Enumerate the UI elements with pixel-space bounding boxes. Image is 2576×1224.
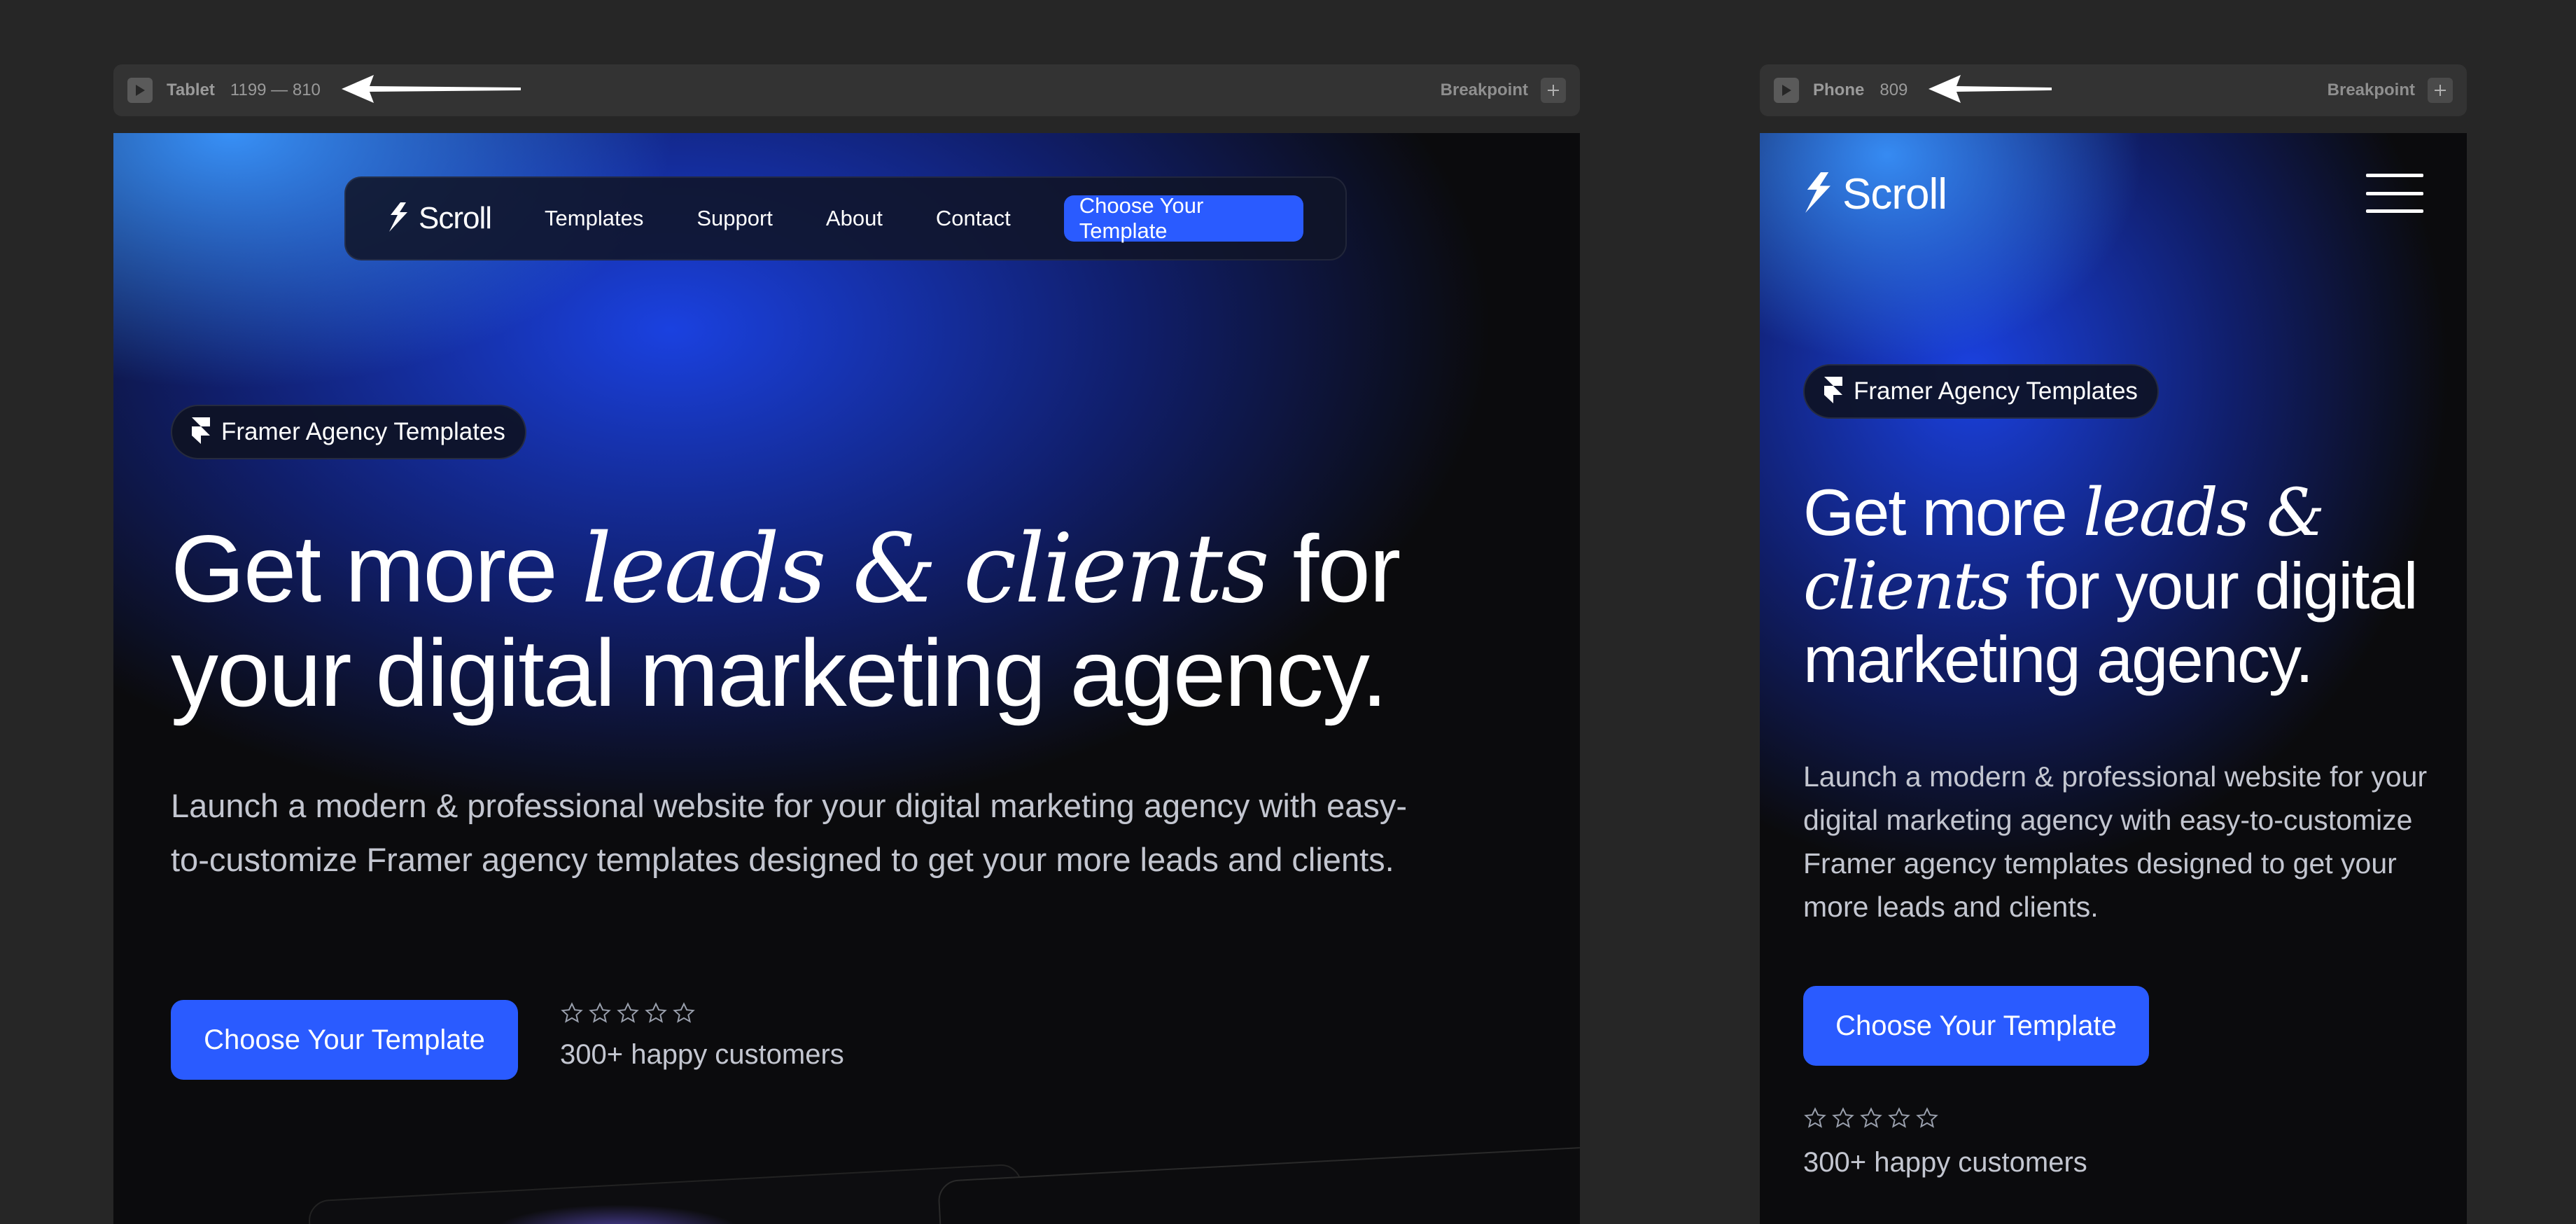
phone-frame: Scroll Framer Agency Templates Get more … bbox=[1760, 133, 2467, 1224]
bolt-icon bbox=[388, 202, 409, 235]
nav-link-about[interactable]: About bbox=[826, 206, 883, 231]
play-icon[interactable] bbox=[1774, 78, 1799, 103]
breakpoint-name: Tablet bbox=[167, 81, 215, 99]
choose-template-button[interactable]: Choose Your Template bbox=[1803, 986, 2149, 1066]
breakpoint-range: 809 bbox=[1879, 81, 1908, 99]
star-outline-icon bbox=[1860, 1107, 1882, 1128]
arrow-left-icon bbox=[341, 74, 524, 108]
rating-stars bbox=[560, 1001, 696, 1025]
hamburger-icon[interactable] bbox=[2366, 174, 2423, 213]
plus-icon[interactable] bbox=[2428, 78, 2453, 103]
phone-breakpoint-bar: Phone 809 Breakpoint bbox=[1760, 64, 2467, 116]
star-outline-icon bbox=[1804, 1107, 1826, 1128]
badge-label: Framer Agency Templates bbox=[221, 418, 505, 445]
choose-template-button[interactable]: Choose Your Template bbox=[171, 1000, 518, 1080]
nav-links: Templates Support About Contact bbox=[545, 206, 1011, 231]
nav-choose-template-button[interactable]: Choose Your Template bbox=[1063, 193, 1303, 243]
star-outline-icon bbox=[1832, 1107, 1854, 1128]
breakpoint-name: Phone bbox=[1813, 81, 1865, 99]
framer-badge: Framer Agency Templates bbox=[171, 405, 526, 459]
breakpoint-label: Breakpoint bbox=[2327, 81, 2415, 99]
hero-headline: Get more leads & clients for your digita… bbox=[171, 514, 1401, 726]
hero-headline: Get more leads & clients for your digita… bbox=[1803, 475, 2418, 696]
rating-stars bbox=[1803, 1106, 1939, 1130]
arrow-left-icon bbox=[1928, 74, 2054, 108]
star-outline-icon bbox=[645, 1002, 667, 1023]
preview-card bbox=[937, 1143, 1580, 1224]
brand-name: Scroll bbox=[1842, 170, 1947, 218]
breakpoint-label: Breakpoint bbox=[1440, 81, 1528, 99]
tablet-breakpoint-bar: Tablet 1199 — 810 Breakpoint bbox=[113, 64, 1580, 116]
customer-count: 300+ happy customers bbox=[560, 1039, 844, 1070]
play-icon[interactable] bbox=[127, 78, 153, 103]
nav-link-templates[interactable]: Templates bbox=[545, 206, 643, 231]
star-outline-icon bbox=[1888, 1107, 1910, 1128]
badge-label: Framer Agency Templates bbox=[1854, 377, 2138, 405]
brand-name: Scroll bbox=[419, 201, 492, 235]
hero-subtext: Launch a modern & professional website f… bbox=[171, 787, 1408, 878]
brand-logo[interactable]: Scroll bbox=[388, 201, 492, 236]
hero-subtext: Launch a modern & professional website f… bbox=[1803, 760, 2428, 923]
customer-count: 300+ happy customers bbox=[1803, 1147, 2087, 1178]
tablet-frame: Scroll Templates Support About Contact C… bbox=[113, 133, 1580, 1224]
star-outline-icon bbox=[673, 1002, 695, 1023]
framer-icon bbox=[1824, 376, 1842, 407]
star-outline-icon bbox=[561, 1002, 583, 1023]
breakpoint-range: 1199 — 810 bbox=[230, 81, 321, 99]
brand-logo[interactable]: Scroll bbox=[1803, 169, 1947, 219]
plus-icon[interactable] bbox=[1541, 78, 1566, 103]
star-outline-icon bbox=[1916, 1107, 1938, 1128]
bolt-icon bbox=[1803, 172, 1833, 216]
nav-link-support[interactable]: Support bbox=[696, 206, 773, 231]
top-nav: Scroll Templates Support About Contact C… bbox=[344, 176, 1347, 260]
nav-link-contact[interactable]: Contact bbox=[936, 206, 1011, 231]
framer-badge: Framer Agency Templates bbox=[1803, 364, 2159, 419]
framer-icon bbox=[192, 417, 210, 447]
star-outline-icon bbox=[589, 1002, 611, 1023]
star-outline-icon bbox=[617, 1002, 639, 1023]
